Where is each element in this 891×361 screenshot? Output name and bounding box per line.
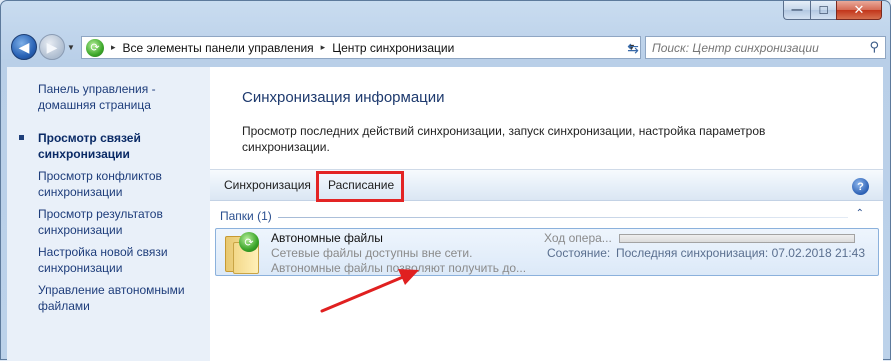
help-icon[interactable]: ? (852, 178, 869, 195)
address-bar[interactable]: ⟳ ▸ Все элементы панели управления ▸ Цен… (81, 36, 641, 59)
sync-center-window: — ☐ ✕ ◀ ▶ ▼ ⟳ ▸ Все элементы панели упра… (0, 0, 891, 361)
sidebar: Панель управления - домашняя страница Пр… (7, 67, 210, 361)
item-name: Автономные файлы (271, 231, 383, 245)
minimize-button[interactable]: — (783, 1, 810, 20)
navigation-bar: ◀ ▶ ▼ ⟳ ▸ Все элементы панели управления… (7, 31, 886, 63)
command-bar: Синхронизация Расписание ? (210, 169, 883, 202)
collapse-icon[interactable]: ⌃ (856, 208, 864, 219)
sidebar-item-manage-offline-files[interactable]: Управление автономными файлами (7, 282, 210, 314)
sidebar-item-control-panel-home[interactable]: Панель управления - домашняя страница (7, 81, 210, 113)
sync-button[interactable]: Синхронизация (224, 178, 311, 192)
sidebar-item-view-sync-partnerships[interactable]: Просмотр связей синхронизации (7, 130, 210, 162)
sync-badge-icon: ⟳ (239, 232, 259, 252)
state-value: Последняя синхронизация: 07.02.2018 21:4… (616, 246, 866, 260)
recent-pages-dropdown[interactable]: ▼ (67, 43, 75, 52)
progress-bar (619, 234, 855, 243)
main-content: Синхронизация информации Просмотр послед… (210, 67, 883, 361)
group-header[interactable]: Папки (1) ⌃ (220, 208, 870, 225)
divider (278, 217, 848, 218)
search-box[interactable]: ⚲ (645, 36, 886, 59)
sidebar-item-view-sync-conflicts[interactable]: Просмотр конфликтов синхронизации (7, 168, 210, 200)
refresh-icon[interactable]: ⇆ (622, 37, 644, 59)
breadcrumb-separator[interactable]: ▸ (111, 42, 116, 53)
list-item[interactable]: ⟳ Автономные файлы Сетевые файлы доступн… (215, 228, 879, 276)
progress-label: Ход опера... (544, 231, 612, 245)
search-input[interactable] (646, 37, 861, 58)
item-details: Автономные файлы позволяют получить до..… (271, 261, 527, 275)
back-button[interactable]: ◀ (11, 34, 37, 60)
sidebar-item-setup-new-partnership[interactable]: Настройка новой связи синхронизации (7, 244, 210, 276)
caption-buttons: — ☐ ✕ (783, 1, 882, 20)
item-description: Сетевые файлы доступны вне сети. (271, 246, 473, 260)
close-button[interactable]: ✕ (836, 1, 882, 20)
sidebar-item-view-sync-results[interactable]: Просмотр результатов синхронизации (7, 206, 210, 238)
breadcrumb-control-panel[interactable]: Все элементы панели управления (123, 41, 314, 55)
group-label: Папки (1) (220, 209, 272, 223)
state-label: Состояние: (547, 246, 611, 260)
breadcrumb-sync-center[interactable]: Центр синхронизации (332, 41, 454, 55)
highlight-box (316, 171, 404, 202)
search-icon[interactable]: ⚲ (869, 39, 879, 55)
forward-button[interactable]: ▶ (39, 34, 65, 60)
maximize-button[interactable]: ☐ (810, 1, 836, 20)
page-description: Просмотр последних действий синхронизаци… (242, 124, 766, 154)
offline-folder-icon: ⟳ (221, 232, 263, 274)
page-title: Синхронизация информации (242, 89, 445, 106)
breadcrumb-separator[interactable]: ▸ (321, 42, 326, 53)
sync-center-icon: ⟳ (86, 38, 104, 57)
